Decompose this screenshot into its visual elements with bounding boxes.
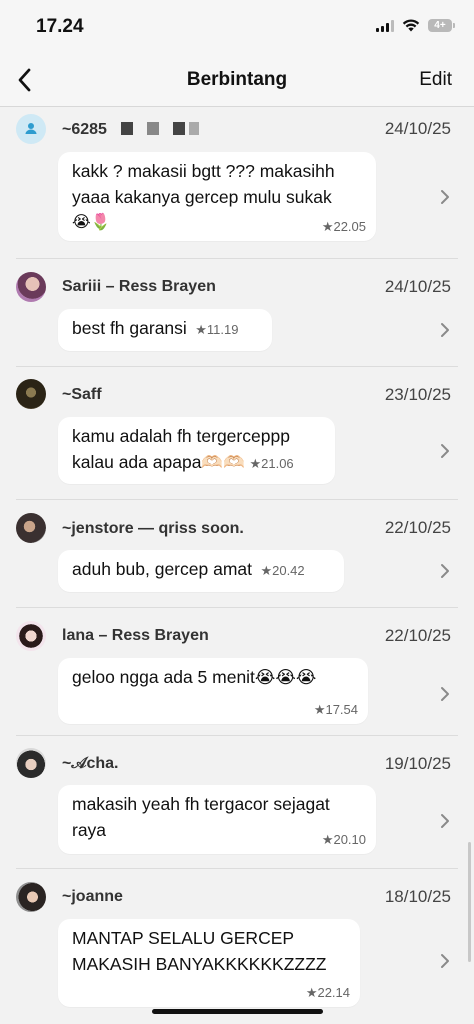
message-bubble[interactable]: MANTAP SELALU GERCEP MAKASIH BANYAKKKKKK… [58, 919, 360, 1007]
avatar [16, 114, 46, 144]
message-date: 23/10/25 [384, 385, 451, 404]
message-bubble[interactable]: aduh bub, gercep amat ★20.42 [58, 550, 344, 592]
redacted-block [172, 122, 185, 135]
avatar [16, 882, 46, 912]
starred-message-item[interactable]: ~6285 24/10/25 kakk ? makasii bgtt ??? m… [0, 107, 474, 259]
chevron-right-icon[interactable] [439, 686, 451, 702]
starred-timestamp: ★20.42 [260, 563, 305, 578]
message-text: kakk ? makasii bgtt ??? makasihh [72, 161, 335, 181]
starred-message-item[interactable]: Sariii – Ress Brayen 24/10/25 best fh ga… [0, 259, 474, 367]
redacted-block [188, 122, 199, 135]
avatar [16, 513, 46, 543]
starred-timestamp: ★21.06 [249, 456, 294, 471]
message-bubble[interactable]: makasih yeah fh tergacor sejagat raya ★2… [58, 785, 376, 854]
message-text: MANTAP SELALU GERCEP [72, 928, 295, 948]
redacted-block [120, 122, 133, 135]
sender-name: ~Saff [62, 386, 102, 403]
chevron-right-icon[interactable] [439, 563, 451, 579]
message-bubble[interactable]: geloo ngga ada 5 menit😭😭😭 ★17.54 [58, 658, 368, 724]
page-title: Berbintang [186, 69, 288, 90]
starred-timestamp: ★20.10 [321, 832, 366, 847]
avatar [16, 621, 46, 651]
sender-name: ~6285 [62, 121, 199, 139]
nav-bar: Berbintang Edit [0, 56, 474, 107]
message-bubble[interactable]: kamu adalah fh tergerceppp kalau ada apa… [58, 417, 335, 484]
message-date: 18/10/25 [384, 887, 451, 906]
message-text: kamu adalah fh tergerceppp [72, 426, 290, 446]
chevron-right-icon[interactable] [439, 443, 451, 459]
message-date: 24/10/25 [384, 119, 451, 138]
starred-messages-list: ~6285 24/10/25 kakk ? makasii bgtt ??? m… [0, 107, 474, 1024]
signal-icon [376, 19, 394, 32]
home-indicator[interactable] [152, 1009, 323, 1014]
message-bubble[interactable]: best fh garansi ★11.19 [58, 309, 272, 351]
starred-timestamp: ★22.05 [321, 219, 366, 234]
avatar [16, 272, 46, 302]
starred-timestamp: ★11.19 [195, 322, 239, 337]
status-bar: 17.24 4+ [0, 0, 474, 56]
message-date: 19/10/25 [384, 754, 451, 773]
message-text: yaaa kakanya gercep mulu sukak [72, 187, 332, 207]
message-bubble[interactable]: kakk ? makasii bgtt ??? makasihh yaaa ka… [58, 152, 376, 241]
chevron-right-icon[interactable] [439, 322, 451, 338]
message-text: raya [72, 820, 107, 840]
sender-name: Sariii – Ress Brayen [62, 278, 216, 295]
starred-message-item[interactable]: ~joanne 18/10/25 MANTAP SELALU GERCEP MA… [0, 869, 474, 1024]
status-time: 17.24 [36, 16, 84, 37]
sender-name: ~jenstore — qriss soon. [62, 520, 244, 537]
starred-timestamp: ★17.54 [313, 702, 358, 717]
battery-icon: 4+ [428, 19, 455, 32]
message-text: makasih yeah fh tergacor sejagat [72, 794, 330, 814]
edit-button[interactable]: Edit [419, 69, 452, 91]
starred-message-item[interactable]: ~𝒜cha. 19/10/25 makasih yeah fh tergacor… [0, 736, 474, 869]
sender-name: ~joanne [62, 888, 123, 905]
status-icons: 4+ [376, 19, 455, 32]
message-text: geloo ngga ada 5 menit😭😭😭 [72, 667, 317, 687]
scrollbar[interactable] [468, 842, 471, 962]
redacted-block [146, 122, 159, 135]
chevron-right-icon[interactable] [439, 953, 451, 969]
person-icon [25, 123, 37, 134]
sender-name: ~𝒜cha. [62, 755, 119, 772]
avatar [16, 748, 46, 778]
message-text: kalau ada apapa🫶🏻🫶🏻 [72, 452, 246, 472]
message-text: best fh garansi [72, 318, 187, 338]
message-text: 😭🌷 [72, 214, 111, 231]
message-date: 24/10/25 [384, 277, 451, 296]
chevron-right-icon[interactable] [439, 813, 451, 829]
starred-message-item[interactable]: ~Saff 23/10/25 kamu adalah fh tergercepp… [0, 367, 474, 500]
message-date: 22/10/25 [384, 626, 451, 645]
starred-message-item[interactable]: ~jenstore — qriss soon. 22/10/25 aduh bu… [0, 500, 474, 608]
starred-timestamp: ★22.14 [305, 985, 350, 1000]
avatar [16, 379, 46, 409]
message-date: 22/10/25 [384, 518, 451, 537]
starred-message-item[interactable]: lana – Ress Brayen 22/10/25 geloo ngga a… [0, 608, 474, 736]
message-text: MAKASIH BANYAKKKKKKZZZZ [72, 954, 327, 974]
chevron-right-icon[interactable] [439, 189, 451, 205]
wifi-icon [402, 19, 420, 32]
sender-name: lana – Ress Brayen [62, 627, 209, 644]
message-text: aduh bub, gercep amat [72, 559, 252, 579]
